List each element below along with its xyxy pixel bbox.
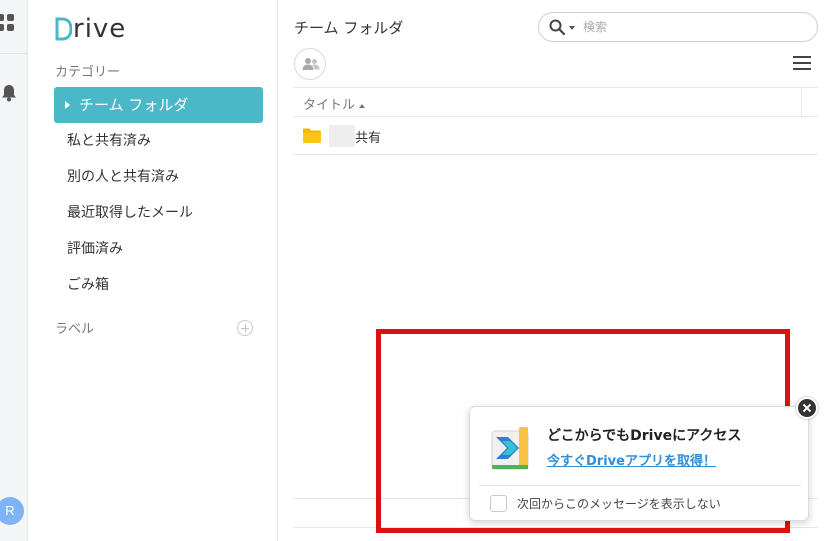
category-heading: カテゴリー [55, 65, 121, 80]
drive-logo[interactable]: rive [54, 14, 126, 44]
divider [293, 527, 818, 528]
popup-divider [479, 485, 801, 486]
file-name: 共有 [355, 131, 382, 146]
column-title-label: タイトル [303, 98, 356, 113]
folder-icon [303, 128, 321, 143]
get-app-link[interactable]: 今すぐDriveアプリを取得！ [547, 450, 716, 469]
table-row[interactable]: 共有 [293, 117, 818, 155]
search-options-chevron-icon[interactable] [569, 26, 575, 30]
popup-close-button[interactable] [796, 397, 818, 419]
search-icon[interactable] [549, 19, 565, 35]
apps-grid-icon[interactable] [0, 14, 17, 34]
people-icon [302, 58, 320, 70]
category-nav: チーム フォルダ 私と共有済み 別の人と共有済み 最近取得したメール 評価済み … [54, 87, 263, 303]
drive-logo-d-icon [55, 17, 72, 41]
sidebar-item-shared-with-me[interactable]: 私と共有済み [54, 123, 263, 159]
redacted-text [329, 125, 355, 147]
sidebar: rive カテゴリー チーム フォルダ 私と共有済み 別の人と共有済み 最近取得… [28, 0, 278, 541]
share-members-button[interactable] [294, 48, 326, 80]
sidebar-item-label: 別の人と共有済み [67, 169, 179, 185]
sidebar-item-shared-with-others[interactable]: 別の人と共有済み [54, 159, 263, 195]
label-section: ラベル [55, 318, 253, 338]
drive-app: R rive カテゴリー チーム フォルダ 私と共有済み 別の人と共有済み 最近… [0, 0, 829, 541]
sidebar-item-recent-mail[interactable]: 最近取得したメール [54, 195, 263, 231]
app-promo-popup: どこからでもDriveにアクセス 今すぐDriveアプリを取得！ 次回からこのメ… [469, 406, 809, 521]
hamburger-menu-icon[interactable] [793, 56, 811, 70]
sidebar-item-rated[interactable]: 評価済み [54, 231, 263, 267]
add-label-icon[interactable] [237, 320, 253, 336]
sidebar-item-label: 私と共有済み [67, 133, 151, 149]
popup-headline: どこからでもDriveにアクセス [547, 428, 742, 444]
dont-show-again-label[interactable]: 次回からこのメッセージを表示しない [517, 495, 721, 512]
sort-ascending-icon [359, 103, 366, 108]
rail-divider [0, 53, 28, 54]
avatar[interactable]: R [0, 497, 24, 525]
search-box[interactable] [538, 12, 818, 42]
column-header-title[interactable]: タイトル [303, 94, 366, 113]
drive-app-icon [491, 427, 529, 470]
drive-logo-text: rive [73, 14, 127, 44]
sidebar-item-label: ごみ箱 [67, 277, 109, 293]
sidebar-item-team-folder[interactable]: チーム フォルダ [54, 87, 263, 123]
column-divider [801, 88, 802, 118]
search-input[interactable] [583, 17, 803, 37]
sidebar-item-label: 最近取得したメール [67, 205, 193, 221]
caret-right-icon [65, 101, 70, 109]
file-table-header: タイトル [293, 87, 818, 118]
sidebar-item-label: チーム フォルダ [79, 96, 189, 114]
page-title: チーム フォルダ [294, 19, 404, 37]
bell-icon[interactable] [1, 84, 17, 102]
sidebar-item-trash[interactable]: ごみ箱 [54, 267, 263, 303]
app-rail: R [0, 0, 28, 541]
sidebar-item-label: 評価済み [67, 241, 123, 257]
dont-show-again-checkbox[interactable] [490, 495, 507, 512]
label-heading: ラベル [55, 322, 95, 337]
